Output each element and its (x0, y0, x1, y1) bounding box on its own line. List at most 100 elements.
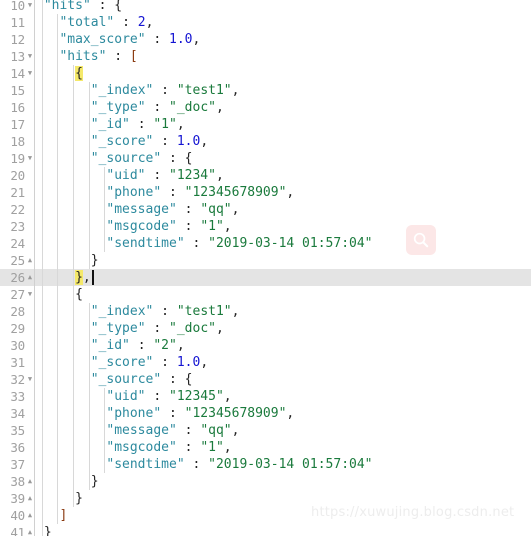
code-token-punct: : (161, 151, 185, 166)
code-line[interactable]: ] (59, 507, 67, 524)
code-line[interactable]: { (75, 65, 83, 82)
code-line[interactable]: { (75, 286, 83, 303)
code-token-punct: : (145, 389, 169, 404)
line-number-gutter[interactable]: 10 ▼ 11 12 13 ▼ 14 ▼ 15 16 17 18 19 ▼ 20 21 22 23 24 25 ▲ 26 ▲… (0, 0, 34, 536)
code-token-str: "_doc" (169, 321, 216, 336)
code-token-punct: : (161, 406, 185, 421)
code-token-punct: : (184, 236, 209, 251)
line-number: 40 (10, 508, 25, 523)
code-token-punct: : (153, 83, 177, 98)
code-line[interactable]: "msgcode" : "1", (106, 218, 231, 235)
code-line[interactable]: }, (75, 269, 91, 286)
code-line[interactable]: "_source" : { (91, 371, 193, 388)
code-token-key: "msgcode" (106, 219, 177, 234)
line-number: 35 (10, 423, 25, 438)
code-line[interactable]: "_score" : 1.0, (91, 133, 208, 150)
code-token-punct: , (192, 32, 201, 47)
code-token-punct: , (145, 15, 154, 30)
indent-guide (104, 167, 106, 252)
code-token-punct: : (153, 355, 177, 370)
code-line[interactable]: "_id" : "1", (91, 116, 185, 133)
line-number: 24 (10, 236, 25, 251)
code-token-punct: : (184, 457, 209, 472)
code-token-key: "_id" (90, 117, 130, 132)
site-watermark: https://xuwujing.blog.csdn.net (311, 505, 515, 520)
code-token-punct: : (129, 117, 154, 132)
code-token-key: "hits" (59, 49, 107, 64)
line-number: 28 (10, 304, 25, 319)
code-line[interactable]: } (44, 524, 52, 536)
code-token-key: "_id" (90, 338, 130, 353)
code-line[interactable]: "phone" : "12345678909", (106, 405, 294, 422)
code-line[interactable]: } (75, 490, 83, 507)
code-token-key: "_index" (90, 83, 154, 98)
line-number: 13 (10, 49, 25, 64)
code-line[interactable]: "sendtime" : "2019-03-14 01:57:04" (106, 456, 372, 473)
code-line[interactable]: "hits" : [ (59, 48, 137, 65)
code-line[interactable]: } (91, 252, 99, 269)
code-token-str: "2" (153, 338, 177, 353)
code-token-key: "hits" (43, 0, 91, 13)
line-number: 19 (10, 151, 25, 166)
code-token-key: "_type" (90, 321, 146, 336)
code-token-punct: : (129, 338, 154, 353)
json-code-editor[interactable]: 10 ▼ 11 12 13 ▼ 14 ▼ 15 16 17 18 19 ▼ 20 21 22 23 24 25 ▲ 26 ▲… (0, 0, 531, 536)
code-token-key: "message" (106, 423, 177, 438)
code-line[interactable]: "message" : "qq", (106, 201, 239, 218)
code-token-punct: , (231, 304, 240, 319)
code-token-punct: , (215, 321, 224, 336)
code-line[interactable]: "_source" : { (91, 150, 193, 167)
code-line[interactable]: "_type" : "_doc", (91, 99, 224, 116)
line-number: 33 (10, 389, 25, 404)
code-token-punct: : (153, 134, 177, 149)
line-number: 31 (10, 355, 25, 370)
code-token-str: "12345678909" (184, 406, 287, 421)
code-token-str: "2019-03-14 01:57:04" (208, 236, 373, 251)
code-line[interactable]: "_id" : "2", (91, 337, 185, 354)
code-token-str: "1" (200, 219, 224, 234)
indent-guide (88, 303, 90, 490)
code-token-brace: } (43, 525, 52, 536)
code-token-str: "qq" (200, 423, 232, 438)
code-line[interactable]: "phone" : "12345678909", (106, 184, 294, 201)
code-token-punct: , (200, 355, 209, 370)
code-token-str: "12345678909" (184, 185, 287, 200)
search-icon (412, 231, 430, 249)
code-line[interactable]: "max_score" : 1.0, (59, 31, 200, 48)
code-token-num: 1.0 (169, 32, 193, 47)
code-token-key: "msgcode" (106, 440, 177, 455)
code-token-str: "1234" (169, 168, 216, 183)
line-number: 23 (10, 219, 25, 234)
code-token-punct: : (153, 304, 177, 319)
code-token-key: "uid" (106, 168, 146, 183)
line-number: 11 (10, 15, 25, 30)
line-number: 29 (10, 321, 25, 336)
code-token-key: "max_score" (59, 32, 146, 47)
code-line[interactable]: "message" : "qq", (106, 422, 239, 439)
code-token-num: 2 (137, 15, 146, 30)
code-line[interactable]: "_type" : "_doc", (91, 320, 224, 337)
code-token-brace: } (90, 253, 99, 268)
code-token-key: "_source" (90, 151, 162, 166)
code-line[interactable]: } (91, 473, 99, 490)
code-token-key: "_score" (90, 134, 154, 149)
code-token-brace: { (184, 372, 193, 387)
code-token-punct: : (106, 49, 130, 64)
code-line[interactable]: "_index" : "test1", (91, 303, 240, 320)
code-line[interactable]: "_index" : "test1", (91, 82, 240, 99)
code-line[interactable]: "total" : 2, (59, 14, 153, 31)
code-line[interactable]: "uid" : "1234", (106, 167, 223, 184)
code-line[interactable]: "_score" : 1.0, (91, 354, 208, 371)
code-line[interactable]: "msgcode" : "1", (106, 439, 231, 456)
line-number: 15 (10, 83, 25, 98)
code-token-key: "sendtime" (106, 236, 185, 251)
code-line[interactable]: "sendtime" : "2019-03-14 01:57:04" (106, 235, 372, 252)
search-icon-overlay-button[interactable] (406, 225, 436, 255)
code-line[interactable]: "hits" : { (44, 0, 122, 14)
code-token-punct: , (176, 117, 185, 132)
code-token-str: "2019-03-14 01:57:04" (208, 457, 373, 472)
code-token-key: "sendtime" (106, 457, 185, 472)
line-number: 22 (10, 202, 25, 217)
code-line[interactable]: "uid" : "12345", (106, 388, 231, 405)
code-token-key: "_source" (90, 372, 162, 387)
